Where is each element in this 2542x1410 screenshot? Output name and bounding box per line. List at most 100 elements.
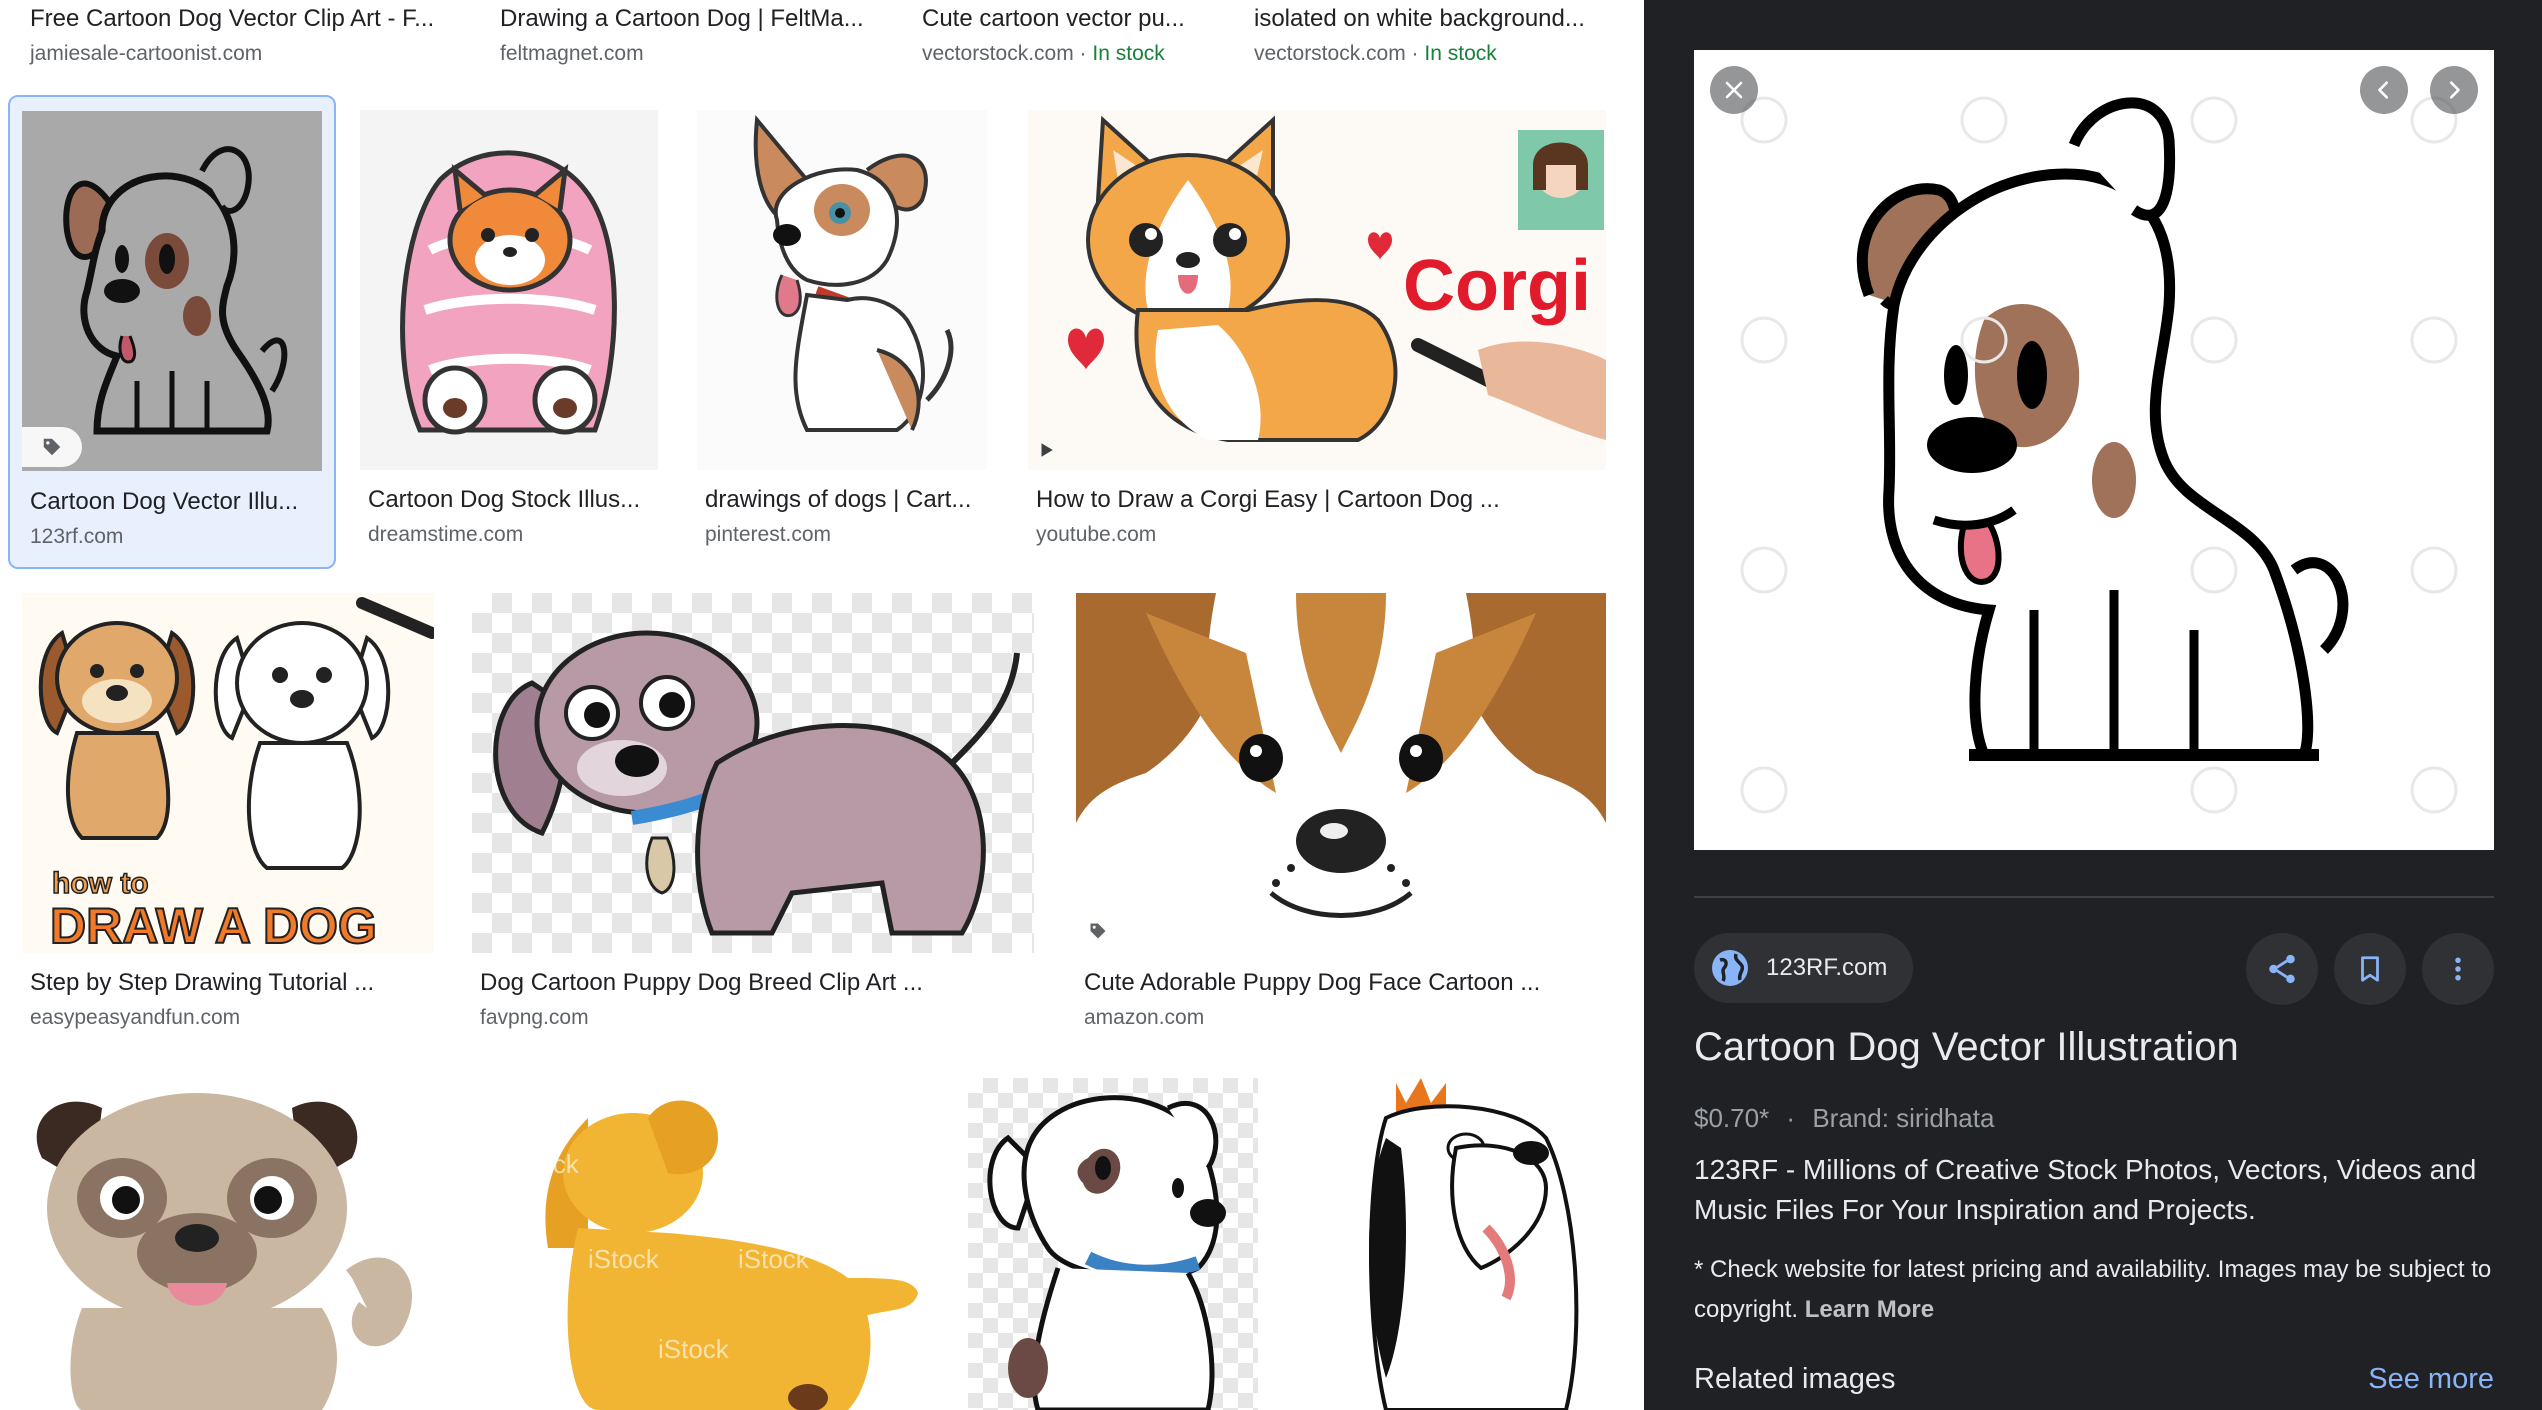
- result-card[interactable]: Drawing a Cartoon Dog | FeltMa... feltma…: [470, 0, 890, 70]
- result-source: vectorstock.com · In stock: [1254, 42, 1497, 65]
- globe-icon: [1712, 950, 1748, 986]
- watermark-text: iStock: [658, 1334, 730, 1364]
- result-card[interactable]: Dog Cartoon Puppy Dog Breed Clip Art ...…: [472, 593, 1042, 1048]
- close-icon: [1725, 81, 1743, 99]
- result-card[interactable]: [22, 1078, 430, 1410]
- result-title: isolated on white background...: [1254, 5, 1585, 32]
- result-source: 123rf.com: [30, 525, 124, 548]
- copyright-note: * Check website for latest pricing and a…: [1694, 1250, 2494, 1330]
- tutorial-overlay-line2: DRAW A DOG: [50, 898, 377, 953]
- result-card[interactable]: Cartoon Dog Stock Illus... dreamstime.co…: [360, 110, 660, 565]
- separator: ·: [1786, 1103, 1796, 1133]
- result-card[interactable]: [1306, 1078, 1610, 1410]
- previous-image-button[interactable]: [2360, 66, 2408, 114]
- preview-title[interactable]: Cartoon Dog Vector Illustration: [1694, 1025, 2239, 1070]
- result-card[interactable]: how to DRAW A DOG Step by Step Drawing T…: [22, 593, 442, 1048]
- result-title: Step by Step Drawing Tutorial ...: [30, 969, 375, 996]
- result-title: How to Draw a Corgi Easy | Cartoon Dog .…: [1036, 486, 1500, 513]
- result-card[interactable]: isolated on white background... vectorst…: [1224, 0, 1644, 70]
- result-card[interactable]: iStock iStock iStock iStock: [468, 1078, 928, 1410]
- stock-badge: In stock: [1092, 42, 1165, 65]
- source-site-chip[interactable]: 123RF.com: [1694, 933, 1914, 1003]
- corgi-illustration: Corgi: [1068, 115, 1606, 442]
- result-card[interactable]: Cute Adorable Puppy Dog Face Cartoon ...…: [1076, 593, 1612, 1048]
- result-source: favpng.com: [480, 1006, 589, 1029]
- result-title: Cute cartoon vector pu...: [922, 5, 1185, 32]
- tag-icon: [1090, 923, 1106, 939]
- tutorial-overlay-line1: how to: [52, 867, 149, 900]
- result-source: youtube.com: [1036, 523, 1157, 546]
- result-thumbnail[interactable]: [697, 110, 987, 470]
- result-source: vectorstock.com · In stock: [922, 42, 1165, 65]
- dog-illustration-large: [1740, 96, 2458, 814]
- preview-description: 123RF - Millions of Creative Stock Photo…: [1694, 1154, 2477, 1225]
- shiba-blanket-illustration: [400, 150, 617, 435]
- more-vert-icon: [2455, 957, 2461, 981]
- related-images-heading: Related images: [1694, 1363, 1896, 1395]
- price: $0.70*: [1694, 1103, 1770, 1133]
- result-card-selected[interactable]: Cartoon Dog Vector Illu... 123rf.com: [8, 95, 336, 569]
- result-source: dreamstime.com: [368, 523, 524, 546]
- result-source: pinterest.com: [705, 523, 832, 546]
- chevron-left-icon: [2378, 81, 2389, 99]
- watermark-text: iStock: [738, 1244, 810, 1274]
- share-icon: [2269, 954, 2295, 984]
- source-domain: vectorstock.com: [922, 42, 1074, 65]
- preview-image[interactable]: [1694, 50, 2494, 850]
- tag-icon: [43, 438, 61, 456]
- next-image-button[interactable]: [2430, 66, 2478, 114]
- source-site-name: 123RF.com: [1766, 954, 1888, 981]
- price-brand-line: $0.70* · Brand: siridhata: [1694, 1103, 1994, 1134]
- yellow-dog-illustration: iStock iStock iStock iStock: [508, 1100, 918, 1410]
- dog-illustration: [63, 146, 288, 435]
- result-card[interactable]: Free Cartoon Dog Vector Clip Art - F... …: [0, 0, 470, 70]
- learn-more-link[interactable]: Learn More: [1805, 1296, 1934, 1323]
- bookmark-icon: [2361, 956, 2379, 982]
- result-title: Cute Adorable Puppy Dog Face Cartoon ...: [1084, 969, 1541, 996]
- share-button[interactable]: [2246, 933, 2318, 1005]
- how-to-draw-dog-illustration: how to DRAW A DOG: [38, 597, 434, 953]
- result-card[interactable]: drawings of dogs | Cart... pinterest.com: [697, 110, 989, 565]
- result-title: Free Cartoon Dog Vector Clip Art - F...: [30, 5, 435, 32]
- source-domain: feltmagnet.com: [500, 42, 644, 65]
- result-thumbnail[interactable]: [22, 111, 322, 471]
- result-title: drawings of dogs | Cart...: [705, 486, 972, 513]
- brand: Brand: siridhata: [1812, 1103, 1995, 1133]
- terrier-illustration: [753, 115, 954, 432]
- save-button[interactable]: [2334, 933, 2406, 1005]
- result-thumbnail[interactable]: [360, 110, 658, 470]
- result-thumbnail[interactable]: [1306, 1078, 1608, 1410]
- result-card[interactable]: Cute cartoon vector pu... vectorstock.co…: [892, 0, 1222, 70]
- result-thumbnail[interactable]: [1076, 593, 1606, 953]
- watermark-text: iStock: [588, 1244, 660, 1274]
- result-card[interactable]: [968, 1078, 1260, 1410]
- result-title: Cartoon Dog Vector Illu...: [30, 488, 299, 515]
- tag-badge: [1076, 911, 1120, 951]
- image-preview-panel: 123RF.com Cartoon Dog Vector Illustratio…: [1644, 0, 2542, 1410]
- result-card[interactable]: Corgi How to Draw a Corgi Easy | Cartoon…: [1028, 110, 1608, 565]
- result-thumbnail[interactable]: [968, 1078, 1258, 1410]
- result-title: Drawing a Cartoon Dog | FeltMa...: [500, 5, 864, 32]
- result-thumbnail[interactable]: Corgi: [1028, 110, 1606, 470]
- close-button[interactable]: [1710, 66, 1758, 114]
- result-thumbnail[interactable]: [22, 1078, 428, 1410]
- image-search-page: Free Cartoon Dog Vector Clip Art - F... …: [0, 0, 2542, 1410]
- pug-illustration: [36, 1093, 412, 1410]
- result-thumbnail[interactable]: [472, 593, 1034, 953]
- result-thumbnail[interactable]: iStock iStock iStock iStock: [468, 1078, 926, 1410]
- play-icon: [1041, 443, 1053, 457]
- result-source: jamiesale-cartoonist.com: [30, 42, 262, 66]
- more-options-button[interactable]: [2422, 933, 2494, 1005]
- result-source: easypeasyandfun.com: [30, 1006, 241, 1029]
- chevron-right-icon: [2449, 81, 2460, 99]
- result-source: amazon.com: [1084, 1006, 1205, 1029]
- divider: [1694, 896, 2494, 898]
- stock-badge: In stock: [1424, 42, 1497, 65]
- puppy-face-illustration: [1076, 593, 1606, 918]
- see-more-link[interactable]: See more: [2368, 1363, 2494, 1396]
- watermark-text: iStock: [508, 1149, 580, 1179]
- result-title: Cartoon Dog Stock Illus...: [368, 486, 641, 513]
- results-grid: Free Cartoon Dog Vector Clip Art - F... …: [0, 0, 1644, 1410]
- corgi-overlay-text: Corgi: [1403, 246, 1591, 326]
- result-thumbnail[interactable]: how to DRAW A DOG: [22, 593, 434, 953]
